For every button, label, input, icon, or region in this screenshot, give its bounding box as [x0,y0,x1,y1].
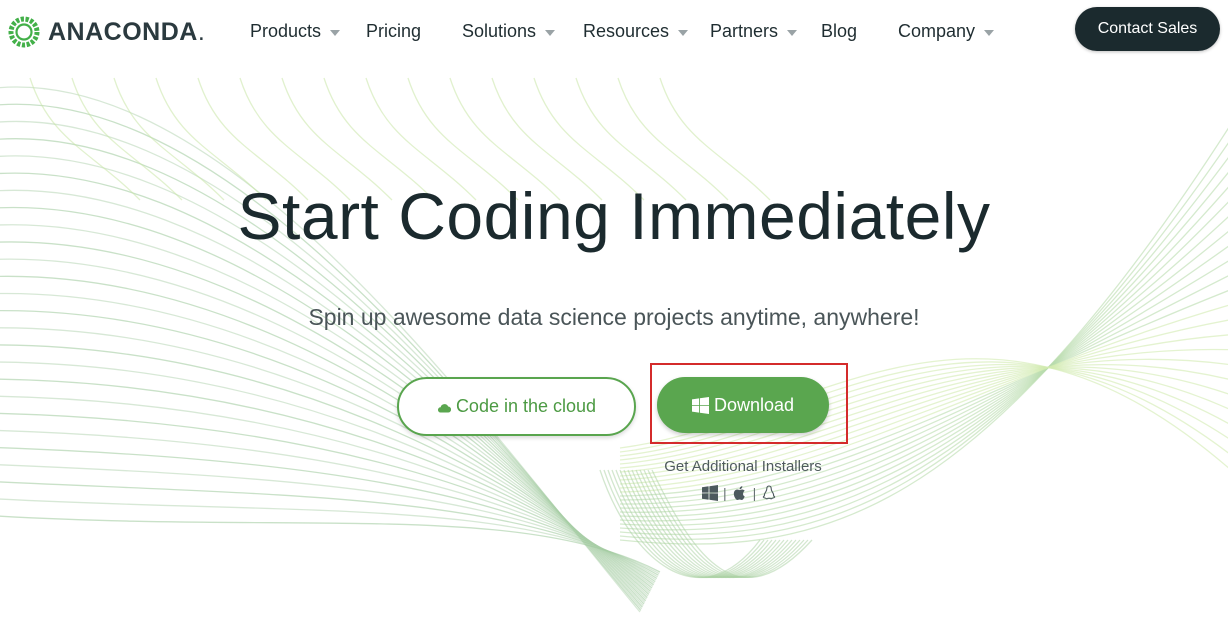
divider: | [752,485,757,501]
nav-resources[interactable]: Resources [583,18,689,44]
nav-solutions-label: Solutions [462,20,537,41]
contact-sales-button[interactable]: Contact Sales [1075,7,1220,51]
brand-name: ANACONDA [48,17,198,46]
nav-resources-label: Resources [583,20,670,41]
download-button[interactable]: Download [657,377,829,433]
windows-icon [691,396,709,414]
hero-title: Start Coding Immediately [237,179,991,253]
cloud-icon [437,403,451,413]
chevron-down-icon [787,29,798,36]
nav-pricing-label: Pricing [366,20,422,41]
chevron-down-icon [984,29,995,36]
nav-pricing[interactable]: Pricing [366,18,421,44]
brand-dot: . [197,17,205,46]
hero-subtitle: Spin up awesome data science projects an… [308,304,920,330]
nav-blog[interactable]: Blog [821,18,857,44]
wave-line [0,498,660,575]
page: ANACONDA . Products Pricing Solutions Re… [0,0,1228,618]
wave-background [0,77,1228,613]
nav-products[interactable]: Products [250,18,341,44]
chevron-down-icon [330,29,341,36]
nav-company-label: Company [898,20,976,41]
linux-icon[interactable] [761,485,777,501]
download-label: Download [713,394,795,415]
nav-solutions[interactable]: Solutions [462,18,556,44]
nav-partners[interactable]: Partners [710,18,798,44]
divider: | [723,485,727,501]
wave-line [0,310,651,592]
apple-icon[interactable] [732,485,748,501]
nav-products-label: Products [250,20,322,41]
nav-partners-label: Partners [710,20,779,41]
windows-icon[interactable] [702,485,718,501]
chevron-down-icon [678,29,689,36]
os-installer-links: | | [702,484,777,502]
anaconda-logo[interactable]: ANACONDA . [6,13,205,51]
chevron-down-icon [545,29,556,36]
anaconda-ring-icon [8,16,40,48]
nav-blog-label: Blog [821,20,858,41]
code-in-cloud-button[interactable]: Code in the cloud [397,377,636,436]
additional-installers-label: Get Additional Installers [664,458,822,475]
nav-company[interactable]: Company [898,18,995,44]
site-header: ANACONDA . Products Pricing Solutions Re… [0,0,1228,62]
code-in-cloud-label: Code in the cloud [455,396,597,416]
